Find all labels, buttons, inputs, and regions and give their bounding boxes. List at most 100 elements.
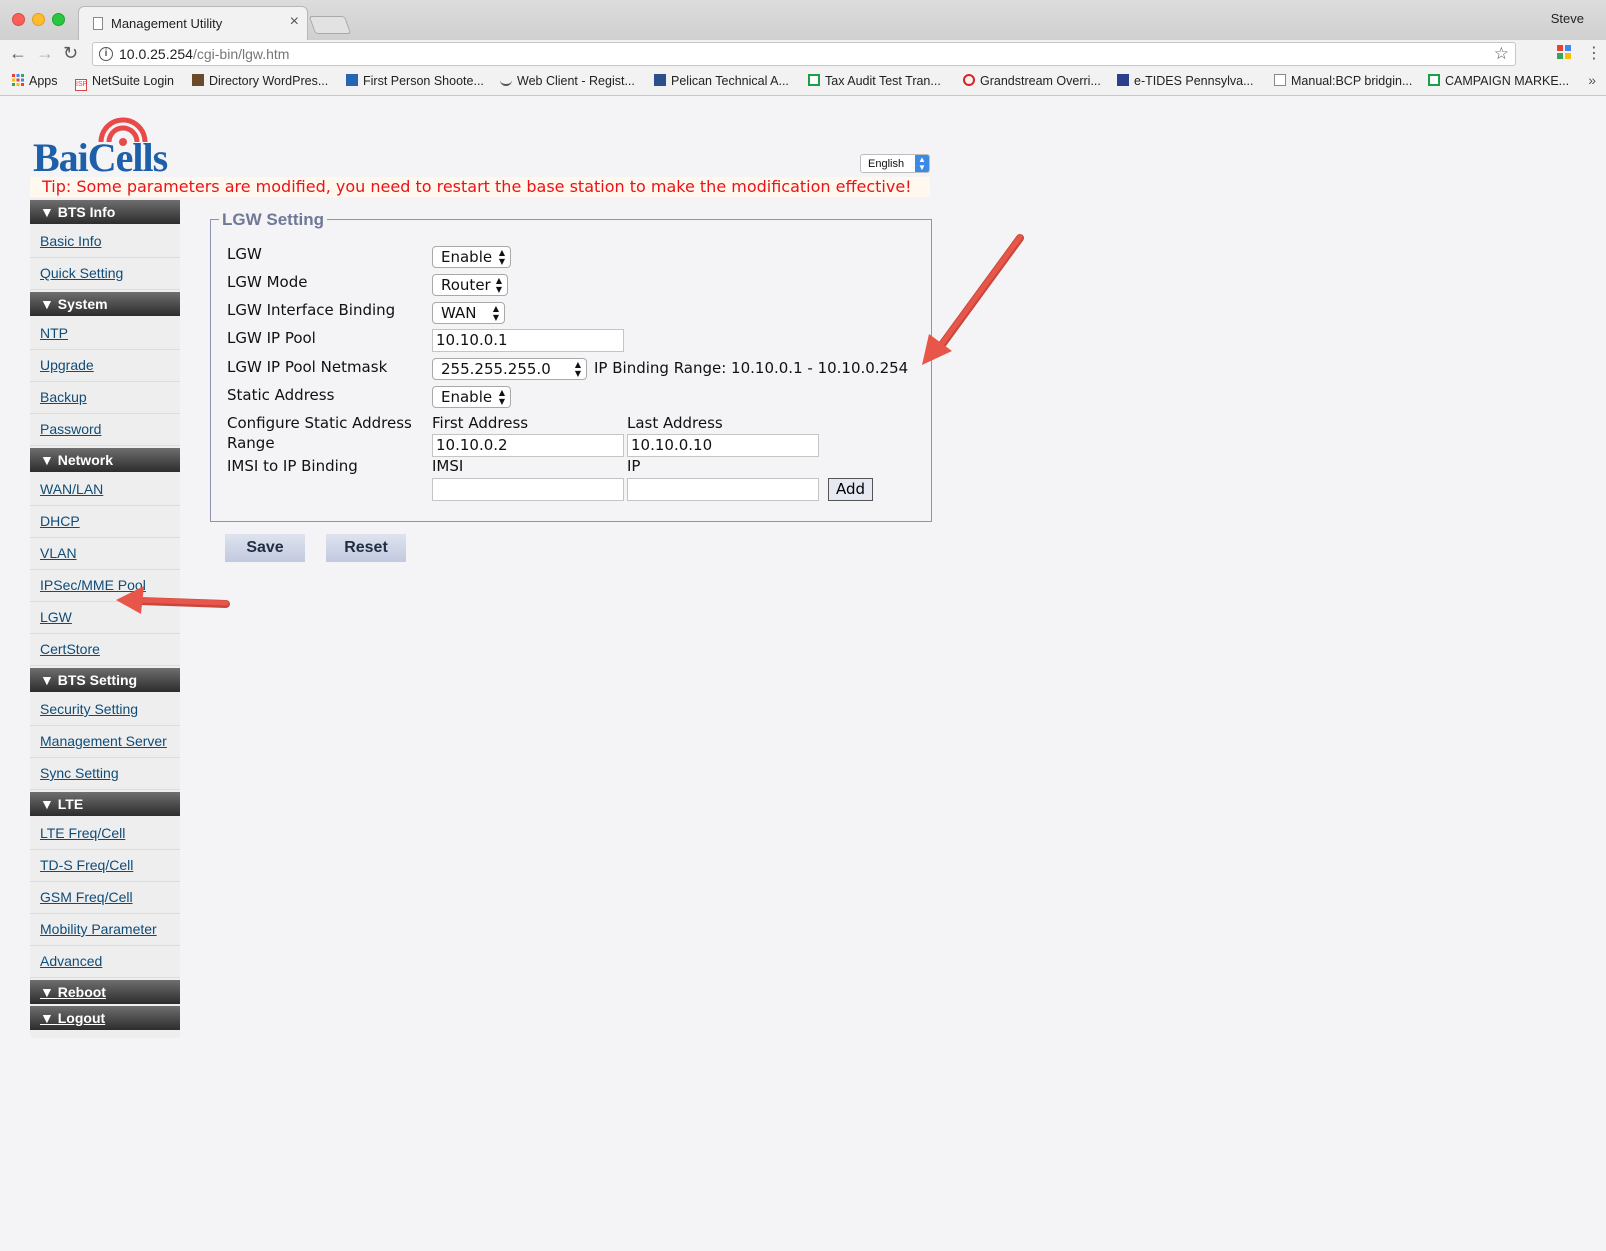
imsi-input[interactable] (432, 478, 624, 501)
bookmark-taxaudit[interactable]: Tax Audit Test Tran... (808, 74, 941, 88)
new-tab-button[interactable] (308, 16, 352, 34)
more-bookmarks-icon[interactable]: » (1588, 72, 1596, 88)
window-maximize-button[interactable] (52, 13, 65, 26)
sidebar-logout[interactable]: ▼ Logout (30, 1006, 180, 1030)
sidebar-item-security-setting[interactable]: Security Setting (30, 694, 180, 726)
sidebar-item-wan-lan[interactable]: WAN/LAN (30, 474, 180, 506)
grandstream-icon (963, 74, 975, 86)
sidebar-item-lte-freq-cell[interactable]: LTE Freq/Cell (30, 818, 180, 850)
info-icon[interactable]: i (99, 47, 113, 61)
select-arrows-icon: ▲ ▼ (574, 360, 581, 378)
sidebar-item-quick-setting[interactable]: Quick Setting (30, 258, 180, 290)
sidebar-item-mobility-parameter[interactable]: Mobility Parameter (30, 914, 180, 946)
lgw-interface-binding-select[interactable]: WAN ▲ ▼ (432, 302, 505, 324)
baicells-logo: BaiCells (33, 112, 193, 180)
sidebar-item-ipsec-mme-pool[interactable]: IPSec/MME Pool (30, 570, 180, 602)
url-text[interactable]: 10.0.25.254/cgi-bin/lgw.htm (119, 46, 289, 62)
sidebar-reboot[interactable]: ▼ Reboot (30, 980, 180, 1004)
sidebar-item-upgrade[interactable]: Upgrade (30, 350, 180, 382)
sidebar-section-network[interactable]: ▼ Network (30, 448, 180, 472)
reload-icon[interactable]: ↻ (63, 43, 78, 64)
wordpress-icon (192, 74, 204, 86)
lgw-ip-pool-input[interactable]: 10.10.0.1 (432, 329, 624, 352)
lgw-ip-pool-netmask-select[interactable]: 255.255.255.0 ▲ ▼ (432, 358, 587, 380)
extension-icon[interactable] (1556, 44, 1572, 60)
lgw-label: LGW (227, 245, 262, 263)
window-minimize-button[interactable] (32, 13, 45, 26)
document-icon (1274, 74, 1286, 86)
sidebar-item-advanced[interactable]: Advanced (30, 946, 180, 978)
bookmark-label: CAMPAIGN MARKE... (1445, 74, 1570, 88)
imsi-column-label: IMSI (432, 457, 464, 475)
save-button[interactable]: Save (225, 534, 305, 562)
first-address-label: First Address (432, 414, 529, 432)
reset-button[interactable]: Reset (326, 534, 406, 562)
language-select[interactable]: English ▲ ▼ (860, 154, 930, 173)
tab-title: Management Utility (111, 16, 223, 31)
bookmark-apps[interactable]: Apps (12, 74, 58, 88)
browser-toolbar: ← → ↻ i 10.0.25.254/cgi-bin/lgw.htm ☆ ⋮ (0, 40, 1606, 68)
sidebar-item-certstore[interactable]: CertStore (30, 634, 180, 666)
bookmarks-bar: Apps ISP NetSuite Login Directory WordPre… (0, 68, 1606, 96)
close-tab-icon[interactable]: × (290, 13, 299, 31)
sidebar-section-lte[interactable]: ▼ LTE (30, 792, 180, 816)
browser-menu-icon[interactable]: ⋮ (1586, 43, 1602, 63)
sidebar-item-dhcp[interactable]: DHCP (30, 506, 180, 538)
last-address-label: Last Address (627, 414, 723, 432)
sidebar-item-ntp[interactable]: NTP (30, 318, 180, 350)
lgw-enable-select[interactable]: Enable ▲ ▼ (432, 246, 511, 268)
lgw-setting-legend: LGW Setting (219, 210, 327, 230)
sidebar-item-lgw[interactable]: LGW (30, 602, 180, 634)
lgw-mode-select[interactable]: Router ▲ ▼ (432, 274, 508, 296)
sidebar-item-management-server[interactable]: Management Server (30, 726, 180, 758)
address-bar[interactable]: i 10.0.25.254/cgi-bin/lgw.htm ☆ (92, 42, 1516, 66)
sidebar-item-basic-info[interactable]: Basic Info (30, 226, 180, 258)
etides-icon (1117, 74, 1129, 86)
sheets-icon (808, 74, 820, 86)
add-binding-button[interactable]: Add (828, 478, 873, 501)
sidebar-section-bts-setting[interactable]: ▼ BTS Setting (30, 668, 180, 692)
bookmark-label: Web Client - Regist... (517, 74, 635, 88)
sidebar-nav: ▼ BTS Info Basic Info Quick Setting ▼ Sy… (30, 198, 180, 1038)
first-address-input[interactable]: 10.10.0.2 (432, 434, 624, 457)
back-arrow-icon[interactable]: ← (9, 43, 27, 64)
ip-column-label: IP (627, 457, 641, 475)
language-value: English (868, 158, 905, 170)
ip-input[interactable] (627, 478, 819, 501)
sidebar-item-backup[interactable]: Backup (30, 382, 180, 414)
bookmark-directory[interactable]: Directory WordPres... (192, 74, 328, 88)
lgw-ip-pool-netmask-value: 255.255.255.0 (441, 360, 551, 378)
sidebar-item-password[interactable]: Password (30, 414, 180, 446)
bookmark-webclient[interactable]: Web Client - Regist... (500, 74, 635, 88)
sidebar-item-gsm-freq-cell[interactable]: GSM Freq/Cell (30, 882, 180, 914)
last-address-input[interactable]: 10.10.0.10 (627, 434, 819, 457)
logo-text: BaiCells (33, 135, 168, 180)
sidebar-section-bts-info[interactable]: ▼ BTS Info (30, 200, 180, 224)
restart-tip: Tip: Some parameters are modified, you n… (30, 177, 930, 197)
bookmark-netsuite[interactable]: ISP NetSuite Login (75, 74, 174, 91)
bookmark-campaign[interactable]: CAMPAIGN MARKE... (1428, 74, 1569, 88)
bookmark-label: Manual:BCP bridgin... (1291, 74, 1413, 88)
bookmark-fps[interactable]: First Person Shoote... (346, 74, 484, 88)
sidebar-item-tds-freq-cell[interactable]: TD-S Freq/Cell (30, 850, 180, 882)
static-range-label-line1: Configure Static Address (227, 414, 412, 432)
bookmark-star-icon[interactable]: ☆ (1494, 44, 1509, 64)
bookmark-pelican[interactable]: Pelican Technical A... (654, 74, 789, 88)
lgw-enable-value: Enable (441, 248, 493, 266)
bookmark-manual[interactable]: Manual:BCP bridgin... (1274, 74, 1412, 88)
sheets-icon (1428, 74, 1440, 86)
forward-arrow-icon[interactable]: → (36, 43, 54, 64)
bookmark-etides[interactable]: e-TIDES Pennsylva... (1117, 74, 1254, 88)
sidebar-item-sync-setting[interactable]: Sync Setting (30, 758, 180, 790)
static-address-select[interactable]: Enable ▲ ▼ (432, 386, 511, 408)
sidebar-item-vlan[interactable]: VLAN (30, 538, 180, 570)
webclient-icon (500, 74, 512, 86)
lgw-interface-binding-value: WAN (441, 304, 477, 322)
static-address-label: Static Address (227, 386, 335, 404)
profile-name[interactable]: Steve (1551, 11, 1584, 26)
bookmark-label: NetSuite Login (92, 74, 175, 88)
sidebar-section-system[interactable]: ▼ System (30, 292, 180, 316)
bookmark-grandstream[interactable]: Grandstream Overri... (963, 74, 1101, 88)
browser-tab[interactable]: Management Utility × (78, 6, 308, 40)
window-close-button[interactable] (12, 13, 25, 26)
